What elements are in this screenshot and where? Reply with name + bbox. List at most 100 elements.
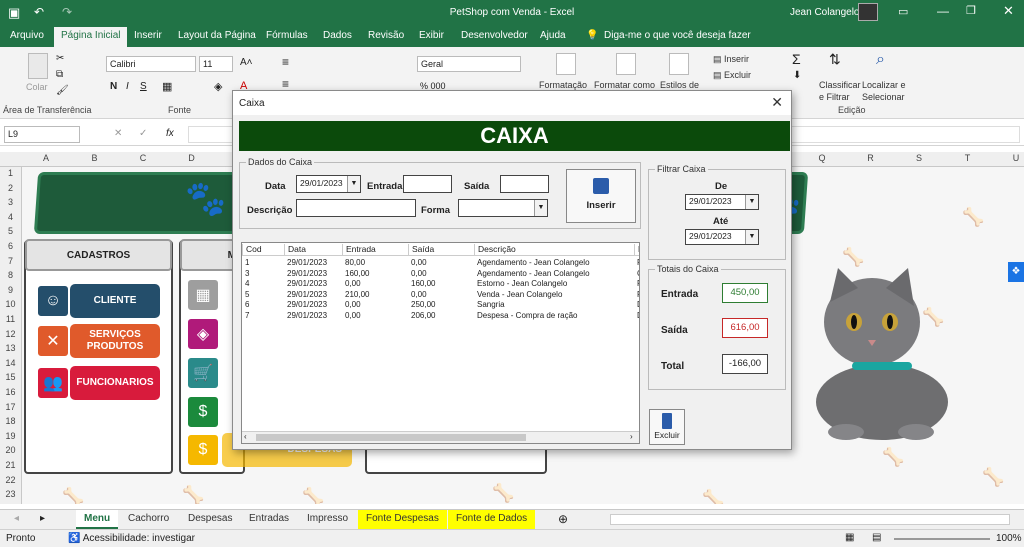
find-select-label[interactable]: Localizar e Selecionar xyxy=(862,79,906,103)
list-header-cell[interactable]: Descrição xyxy=(474,244,516,256)
row-header-8[interactable]: 8 xyxy=(0,270,21,280)
row-header-18[interactable]: 18 xyxy=(0,416,21,426)
funcionarios-button[interactable]: FUNCIONARIOS xyxy=(70,366,160,400)
list-row[interactable]: 4 29/01/2023 0,00 160,00 Estorno - Jean Cola… xyxy=(242,279,639,290)
next-sheet-icon[interactable]: ▸ xyxy=(40,513,45,524)
row-header-15[interactable]: 15 xyxy=(0,372,21,382)
paste-icon[interactable] xyxy=(28,53,48,79)
listbox-scrollbar[interactable]: ‹ › xyxy=(242,431,639,443)
column-header-A[interactable]: A xyxy=(22,153,70,163)
tab-layout[interactable]: Layout da Página xyxy=(178,30,256,41)
horizontal-scrollbar[interactable] xyxy=(610,514,1010,525)
tab-arquivo[interactable]: Arquivo xyxy=(10,30,44,41)
column-header-R[interactable]: R xyxy=(847,153,895,163)
list-row[interactable]: 3 29/01/2023 160,00 0,00 Agendamento - Jean … xyxy=(242,269,639,280)
ate-dropdown-icon[interactable]: ▼ xyxy=(745,230,758,244)
restore-icon[interactable]: ❐ xyxy=(966,4,976,17)
column-header-S[interactable]: S xyxy=(895,153,943,163)
avatar[interactable] xyxy=(858,3,878,21)
tag-icon[interactable]: ◈ xyxy=(186,317,220,351)
column-header-B[interactable]: B xyxy=(71,153,119,163)
row-header-22[interactable]: 22 xyxy=(0,475,21,485)
forma-select[interactable]: ▼ xyxy=(458,199,548,217)
de-dropdown-icon[interactable]: ▼ xyxy=(745,195,758,209)
name-box[interactable]: L9 xyxy=(4,126,80,143)
tab-inserir[interactable]: Inserir xyxy=(134,30,162,41)
user-icon[interactable]: ☺ xyxy=(36,284,70,318)
tab-exibir[interactable]: Exibir xyxy=(419,30,444,41)
ribbon-display-icon[interactable]: ▭ xyxy=(898,5,908,18)
minimize-icon[interactable]: — xyxy=(937,4,949,18)
column-header-D[interactable]: D xyxy=(168,153,216,163)
grow-font-icon[interactable]: A˄ xyxy=(240,57,253,68)
money-icon[interactable]: $ xyxy=(186,395,220,429)
row-header-16[interactable]: 16 xyxy=(0,387,21,397)
scroll-thumb[interactable] xyxy=(256,434,526,441)
cut-icon[interactable]: ✂ xyxy=(56,53,64,64)
list-row[interactable]: 6 29/01/2023 0,00 250,00 Sangria D xyxy=(242,300,639,311)
row-header-13[interactable]: 13 xyxy=(0,343,21,353)
tell-me-box[interactable]: Diga-me o que você deseja fazer xyxy=(604,30,751,41)
people-icon[interactable]: 👥 xyxy=(36,366,70,400)
row-header-4[interactable]: 4 xyxy=(0,212,21,222)
sort-filter-icon[interactable]: ⇅ xyxy=(829,51,841,68)
sheet-tab-entradas[interactable]: Entradas xyxy=(241,510,297,529)
list-header-cell[interactable]: Data xyxy=(284,244,306,256)
conditional-format-icon[interactable] xyxy=(556,53,576,75)
align-left-icon[interactable]: ≡ xyxy=(282,77,289,91)
user-name[interactable]: Jean Colangelo xyxy=(790,7,860,18)
delete-cells-button[interactable]: ▤ Excluir xyxy=(713,69,751,81)
excluir-button[interactable]: Excluir xyxy=(649,409,685,445)
cart-icon[interactable]: 🛒 xyxy=(186,356,220,390)
align-top-icon[interactable]: ≡ xyxy=(282,55,289,69)
sheet-tab-fonte-despesas[interactable]: Fonte Despesas xyxy=(358,510,447,529)
insert-cells-button[interactable]: ▤ Inserir xyxy=(713,53,749,65)
add-sheet-icon[interactable]: ⊕ xyxy=(558,512,568,526)
scroll-right-icon[interactable]: › xyxy=(630,432,633,441)
calendar-icon[interactable]: ▦ xyxy=(186,278,220,312)
row-header-14[interactable]: 14 xyxy=(0,358,21,368)
column-header-C[interactable]: C xyxy=(119,153,167,163)
list-header-cell[interactable]: F xyxy=(634,244,639,256)
sheet-tab-menu[interactable]: Menu xyxy=(76,510,119,529)
sheet-tab-fonte-dados[interactable]: Fonte de Dados xyxy=(448,510,536,529)
copy-icon[interactable]: ⧉ xyxy=(56,69,63,80)
sheet-tab-despesas[interactable]: Despesas xyxy=(180,510,240,529)
inserir-button[interactable]: Inserir xyxy=(566,169,636,223)
row-header-10[interactable]: 10 xyxy=(0,299,21,309)
tab-ajuda[interactable]: Ajuda xyxy=(540,30,566,41)
page-layout-icon[interactable]: ▤ xyxy=(872,532,881,543)
dialog-close-icon[interactable]: ✕ xyxy=(771,94,783,111)
borders-icon[interactable]: ▦ xyxy=(162,80,172,93)
fx-icon[interactable]: fx xyxy=(166,128,174,139)
fill-color-icon[interactable]: ◈ xyxy=(214,80,222,93)
accessibility-status[interactable]: ♿ Acessibilidade: investigar xyxy=(68,533,195,544)
row-header-1[interactable]: 1 xyxy=(0,168,21,178)
list-row[interactable]: 7 29/01/2023 0,00 206,00 Despesa - Compra de… xyxy=(242,311,639,322)
confirm-formula-icon[interactable]: ✓ xyxy=(139,128,147,139)
scroll-left-icon[interactable]: ‹ xyxy=(244,432,247,441)
list-header-cell[interactable]: Cod xyxy=(242,244,262,256)
column-header-T[interactable]: T xyxy=(944,153,992,163)
tab-pagina-inicial[interactable]: Página Inicial xyxy=(54,27,128,47)
row-header-5[interactable]: 5 xyxy=(0,226,21,236)
tools-icon[interactable]: ✕ xyxy=(36,324,70,358)
row-header-11[interactable]: 11 xyxy=(0,314,21,324)
row-header-19[interactable]: 19 xyxy=(0,431,21,441)
tab-formulas[interactable]: Fórmulas xyxy=(266,30,308,41)
row-header-2[interactable]: 2 xyxy=(0,183,21,193)
row-header-17[interactable]: 17 xyxy=(0,402,21,412)
list-row[interactable]: 1 29/01/2023 80,00 0,00 Agendamento - Jean C… xyxy=(242,258,639,269)
cliente-button[interactable]: CLIENTE xyxy=(70,284,160,318)
list-header-cell[interactable]: Entrada xyxy=(342,244,376,256)
row-header-12[interactable]: 12 xyxy=(0,329,21,339)
column-header-U[interactable]: U xyxy=(992,153,1024,163)
descricao-input[interactable] xyxy=(296,199,416,217)
de-input[interactable]: 29/01/2023 ▼ xyxy=(685,194,759,210)
format-table-icon[interactable] xyxy=(616,53,636,75)
receipt-icon[interactable]: $ xyxy=(186,433,220,467)
row-header-20[interactable]: 20 xyxy=(0,445,21,455)
zoom-level[interactable]: 100% xyxy=(996,533,1022,544)
row-header-7[interactable]: 7 xyxy=(0,256,21,266)
tab-desenvolvedor[interactable]: Desenvolvedor xyxy=(461,30,528,41)
